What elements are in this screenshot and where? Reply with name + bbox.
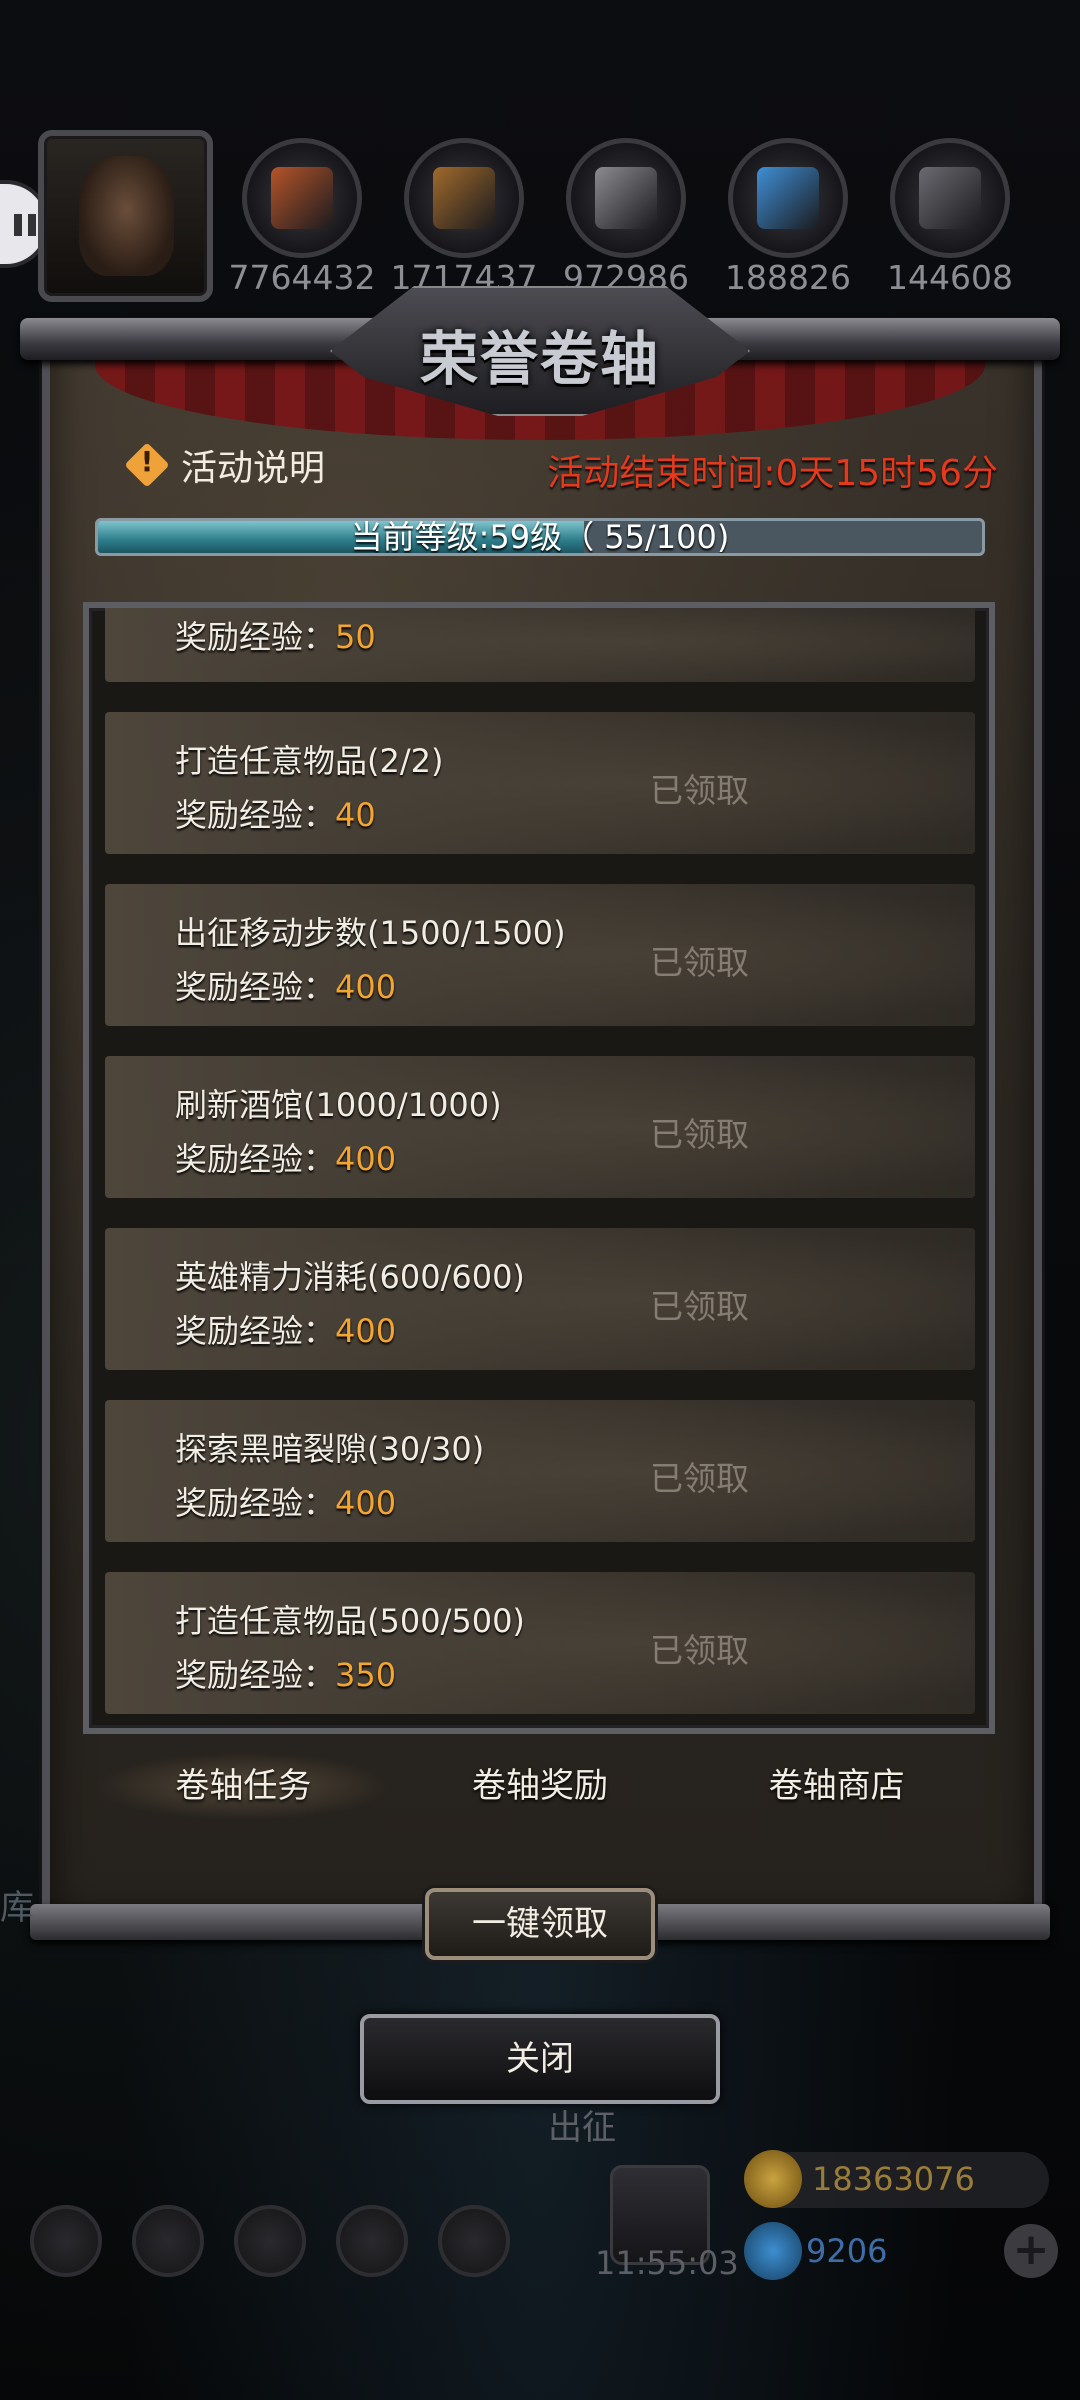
- resource-copper-ore[interactable]: [242, 138, 362, 258]
- close-button[interactable]: 关闭: [360, 2014, 720, 2104]
- task-name: 打造任意物品(2/2): [175, 742, 444, 780]
- guild-icon[interactable]: [234, 2205, 306, 2277]
- task-row: 打造任意物品(500/500) 奖励经验：350 已领取: [105, 1572, 975, 1714]
- task-claimed-status: 已领取: [650, 943, 749, 982]
- event-end-time: 活动结束时间:0天15时56分: [547, 453, 998, 494]
- reward-value: 400: [335, 1312, 397, 1350]
- resource-steel-ingot[interactable]: [890, 138, 1010, 258]
- gold-amount: 18363076: [812, 2160, 975, 2198]
- gem-icon: [744, 2222, 802, 2280]
- reward-value: 400: [335, 968, 397, 1006]
- bottom-menu-icons: [30, 2205, 510, 2277]
- panel-title: 荣誉卷轴: [419, 325, 660, 393]
- gold-coin-icon: [744, 2150, 802, 2208]
- reward-value: 400: [335, 1484, 397, 1522]
- level-progress-bar: 当前等级:59级（ 55/100): [95, 518, 985, 556]
- resource-blue-crystal[interactable]: [728, 138, 848, 258]
- add-currency-button[interactable]: +: [1004, 2224, 1058, 2278]
- reward-label: 奖励经验：: [175, 796, 336, 834]
- server-clock: 11:55:03: [595, 2244, 739, 2282]
- task-claimed-status: 已领取: [650, 771, 749, 810]
- task-reward: 奖励经验：40: [175, 790, 376, 836]
- resource-bar: 7764432 1717437 972986 188826 144608: [0, 130, 1080, 302]
- reward-value: 400: [335, 1140, 397, 1178]
- scroll-tabs: 卷轴任务 卷轴奖励 卷轴商店: [95, 1752, 985, 1820]
- reward-label: 奖励经验：: [175, 1140, 336, 1178]
- settings-icon[interactable]: [30, 2205, 102, 2277]
- resource-iron-ingot[interactable]: [566, 138, 686, 258]
- task-row: 探索黑暗裂隙(30/30) 奖励经验：400 已领取: [105, 1400, 975, 1542]
- resource-amount: 188826: [725, 258, 851, 297]
- task-name: 出征移动步数(1500/1500): [175, 914, 566, 952]
- copper-ore-icon: [271, 167, 333, 229]
- reward-label: 奖励经验：: [175, 1312, 336, 1350]
- gem-amount: 9206: [806, 2232, 888, 2270]
- tab-scroll-tasks[interactable]: 卷轴任务: [95, 1752, 392, 1820]
- task-name: 英雄精力消耗(600/600): [175, 1258, 525, 1296]
- achievement-icon[interactable]: [132, 2205, 204, 2277]
- level-text: 当前等级:59级（ 55/100): [350, 518, 730, 556]
- reward-label: 奖励经验：: [175, 1484, 336, 1522]
- task-row: 奖励经验：50: [105, 608, 975, 682]
- resource-amount: 144608: [887, 258, 1013, 297]
- claim-all-button[interactable]: 一键领取: [425, 1888, 655, 1960]
- steel-ingot-icon: [919, 167, 981, 229]
- task-reward: 奖励经验：400: [175, 962, 396, 1008]
- blue-crystal-icon: [757, 167, 819, 229]
- task-reward: 奖励经验：50: [175, 612, 376, 658]
- reward-value: 50: [335, 618, 376, 656]
- background-warehouse-label: 库: [0, 1888, 34, 1928]
- reward-label: 奖励经验：: [175, 618, 336, 656]
- task-reward: 奖励经验：400: [175, 1478, 396, 1524]
- tab-scroll-shop[interactable]: 卷轴商店: [688, 1752, 985, 1820]
- task-name: 探索黑暗裂隙(30/30): [175, 1430, 485, 1468]
- resource-wood-planks[interactable]: [404, 138, 524, 258]
- task-list[interactable]: 奖励经验：50 打造任意物品(2/2) 奖励经验：40 已领取 出征移动步数(1500/…: [83, 602, 995, 1734]
- task-row: 刷新酒馆(1000/1000) 奖励经验：400 已领取: [105, 1056, 975, 1198]
- player-avatar[interactable]: [38, 130, 213, 302]
- task-reward: 奖励经验：400: [175, 1306, 396, 1352]
- avatar-face-icon: [79, 156, 174, 276]
- map-icon[interactable]: [438, 2205, 510, 2277]
- task-claimed-status: 已领取: [650, 1631, 749, 1670]
- activity-info-label: 活动说明: [181, 448, 326, 489]
- task-name: 刷新酒馆(1000/1000): [175, 1086, 502, 1124]
- wood-planks-icon: [433, 167, 495, 229]
- mail-icon[interactable]: [336, 2205, 408, 2277]
- warning-icon: !: [125, 443, 169, 487]
- task-reward: 奖励经验：350: [175, 1650, 396, 1696]
- reward-value: 40: [335, 796, 376, 834]
- background-march-label: 出征: [548, 2108, 616, 2148]
- task-reward: 奖励经验：400: [175, 1134, 396, 1180]
- activity-info-button[interactable]: ! 活动说明: [125, 440, 325, 490]
- iron-ingot-icon: [595, 167, 657, 229]
- task-row: 英雄精力消耗(600/600) 奖励经验：400 已领取: [105, 1228, 975, 1370]
- task-claimed-status: 已领取: [650, 1287, 749, 1326]
- reward-value: 350: [335, 1656, 397, 1694]
- tab-scroll-rewards[interactable]: 卷轴奖励: [392, 1752, 689, 1820]
- task-claimed-status: 已领取: [650, 1115, 749, 1154]
- task-claimed-status: 已领取: [650, 1459, 749, 1498]
- reward-label: 奖励经验：: [175, 968, 336, 1006]
- reward-label: 奖励经验：: [175, 1656, 336, 1694]
- resource-amount: 7764432: [228, 258, 376, 297]
- task-row: 出征移动步数(1500/1500) 奖励经验：400 已领取: [105, 884, 975, 1026]
- task-name: 打造任意物品(500/500): [175, 1602, 525, 1640]
- task-row: 打造任意物品(2/2) 奖励经验：40 已领取: [105, 712, 975, 854]
